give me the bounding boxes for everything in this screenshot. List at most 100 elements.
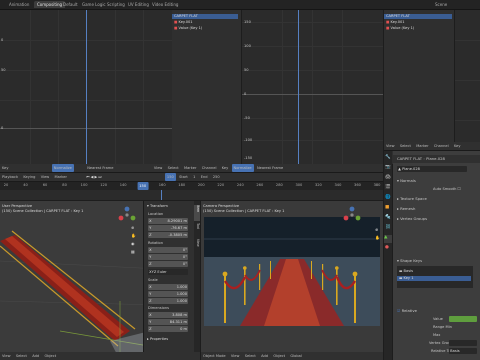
tab-view[interactable]: View <box>194 239 200 253</box>
auto-smooth-checkbox[interactable]: Auto Smooth ☐ <box>393 185 480 193</box>
channel-row[interactable]: ■ Value (Key 1) <box>384 26 452 31</box>
scene-icon[interactable]: 🎬 <box>385 185 391 190</box>
material-icon[interactable]: ● <box>385 245 389 250</box>
scale-z-field[interactable]: Z 1.000 <box>148 298 188 304</box>
snap-mode[interactable]: Nearest Frame <box>255 164 285 172</box>
menu-view[interactable]: View <box>39 173 52 181</box>
output-icon[interactable]: 🖨 <box>385 175 391 180</box>
tab-tool[interactable]: Tool <box>194 223 200 237</box>
tab-item[interactable]: Item <box>194 205 200 221</box>
section-texture-space[interactable]: ▸ Texture Space <box>393 195 480 203</box>
list-item[interactable]: ▬ Key 1 <box>397 276 471 281</box>
channel-row[interactable]: CARPET FLAT <box>172 14 238 19</box>
playback-controls[interactable]: ⏮ ◀ ▶ ⏭ <box>84 173 103 181</box>
channel-row[interactable]: ■ Key.001 <box>172 20 238 25</box>
timeline-ruler[interactable]: 20 40 60 80 100 120 140 150 160 180 200 220 240 260 28… <box>0 182 383 190</box>
normalize-button[interactable]: Normalize <box>231 164 254 172</box>
grid-icon[interactable]: ▦ <box>131 249 135 254</box>
dimensions-x-field[interactable]: X 3.808 m <box>148 312 188 318</box>
menu-playback[interactable]: Playback <box>0 173 20 181</box>
tab-animation[interactable]: Animation <box>6 1 32 8</box>
render-icon[interactable]: 📷 <box>385 165 391 170</box>
dimensions-y-field[interactable]: Y 84.311 m <box>148 319 188 325</box>
constraint-icon[interactable]: ⛓ <box>385 225 391 230</box>
menu-channel[interactable]: Channel <box>432 142 451 150</box>
location-y-field[interactable]: Y -76.67 m <box>148 225 188 231</box>
section-shape-keys[interactable]: ▾ Shape Keys <box>393 257 480 265</box>
tool-icon[interactable]: 🔧 <box>385 155 391 160</box>
modifier-icon[interactable]: 🔩 <box>385 215 391 220</box>
graph-editor-mini[interactable] <box>455 10 480 142</box>
zoom-icon[interactable]: ⊕ <box>131 225 134 230</box>
timeline-track[interactable] <box>0 190 383 200</box>
graph-editor-middle[interactable]: 150 100 50 0 -50 -100 -150 <box>242 10 383 164</box>
mode-select[interactable]: Object Mode <box>201 352 228 360</box>
navigation-gizmo[interactable] <box>343 206 361 224</box>
world-icon[interactable]: 🌐 <box>385 195 391 200</box>
transform-orientation[interactable]: Global <box>288 352 303 360</box>
zoom-icon[interactable]: ⊕ <box>375 227 378 232</box>
scale-y-field[interactable]: Y 1.000 <box>148 291 188 297</box>
channel-row[interactable]: CARPET FLAT <box>384 14 452 19</box>
menu-view[interactable]: View <box>384 142 397 150</box>
navigation-gizmo[interactable] <box>118 206 136 224</box>
pan-icon[interactable]: ✋ <box>131 233 136 238</box>
location-z-field[interactable]: Z -0.3805 m <box>148 232 188 238</box>
channel-row[interactable]: ■ Key.001 <box>384 20 452 25</box>
menu-keying[interactable]: Keying <box>21 173 37 181</box>
menu-select[interactable]: Select <box>166 164 181 172</box>
menu-view[interactable]: View <box>152 164 165 172</box>
current-frame-field[interactable]: 150 <box>164 173 176 181</box>
rotation-y-field[interactable]: Y 0° <box>148 254 188 260</box>
list-item[interactable]: ▬ Basis <box>397 269 471 274</box>
rotation-z-field[interactable]: Z 0° <box>148 261 188 267</box>
dimensions-z-field[interactable]: Z 0 m <box>148 326 188 332</box>
relative-checkbox[interactable]: ☑ Relative <box>393 307 480 315</box>
menu-marker[interactable]: Marker <box>182 164 198 172</box>
snap-mode[interactable]: Nearest Frame <box>85 164 115 172</box>
menu-view[interactable]: View <box>229 352 242 360</box>
viewport-camera[interactable]: Camera Perspective (150) Scene Collectio… <box>201 201 383 360</box>
tab-video-editing[interactable]: Video Editing <box>149 1 181 8</box>
menu-add[interactable]: Add <box>259 352 270 360</box>
scene-selector[interactable]: Scene <box>432 1 450 8</box>
section-vertex-groups[interactable]: ▸ Vertex Groups <box>393 215 480 223</box>
viewport-user-perspective[interactable]: User Perspective (150) Scene Collection … <box>0 201 200 360</box>
current-frame-indicator[interactable]: 150 <box>137 182 149 190</box>
menu-select[interactable]: Select <box>398 142 413 150</box>
menu-marker[interactable]: Marker <box>53 173 69 181</box>
location-x-field[interactable]: X 8.29001 m <box>148 218 188 224</box>
menu-key[interactable]: Key <box>452 142 463 150</box>
normalize-button[interactable]: Normalize <box>51 164 74 172</box>
start-field[interactable]: 1 <box>191 173 197 181</box>
pan-icon[interactable]: ✋ <box>375 235 380 240</box>
properties-section[interactable]: ▸ Properties <box>147 336 168 342</box>
section-remesh[interactable]: ▸ Remesh <box>393 205 480 213</box>
scale-x-field[interactable]: X 1.000 <box>148 284 188 290</box>
mesh-data-icon[interactable]: ▲ <box>384 235 392 243</box>
graph-editor-left[interactable]: 0 50 0 <box>0 10 172 164</box>
relative-to-field[interactable]: Basis <box>449 348 477 354</box>
object-icon[interactable]: ■ <box>385 205 389 210</box>
menu-add[interactable]: Add <box>30 352 41 360</box>
menu-marker[interactable]: Marker <box>414 142 430 150</box>
value-slider[interactable] <box>449 316 477 322</box>
camera-view-icon[interactable]: ◉ <box>131 241 135 246</box>
end-field[interactable]: 250 <box>211 173 222 181</box>
menu-view[interactable]: View <box>0 352 13 360</box>
menu-object[interactable]: Object <box>42 352 58 360</box>
section-normals[interactable]: ▾ Normals <box>393 177 480 185</box>
transform-section[interactable]: ▾ Transform <box>147 203 168 209</box>
rotation-x-field[interactable]: X 0° <box>148 247 188 253</box>
shape-keys-list[interactable]: ▬ Basis ▬ Key 1 <box>397 266 473 288</box>
tab-default[interactable]: Default <box>60 1 81 8</box>
menu-key[interactable]: Key <box>0 164 11 172</box>
rotation-mode-select[interactable]: XYZ Euler <box>148 269 188 275</box>
menu-object[interactable]: Object <box>271 352 287 360</box>
tab-uv-editing[interactable]: UV Editing <box>125 1 152 8</box>
menu-select[interactable]: Select <box>243 352 258 360</box>
menu-key[interactable]: Key <box>220 164 231 172</box>
menu-select[interactable]: Select <box>14 352 29 360</box>
vertex-group-field[interactable] <box>449 340 477 346</box>
mesh-name-field[interactable]: ▲ Plane.028 <box>397 166 467 172</box>
